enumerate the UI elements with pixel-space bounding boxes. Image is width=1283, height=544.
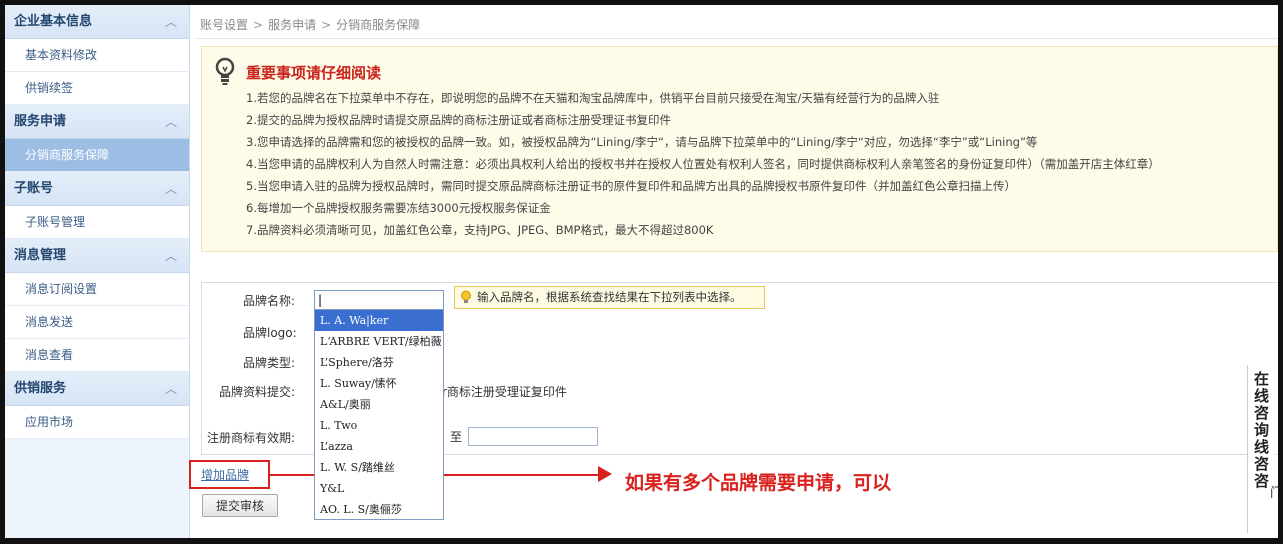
- sidebar-section-label: 子账号: [14, 181, 54, 196]
- chevron-up-icon: ︿: [165, 249, 178, 263]
- sidebar-section-service-apply[interactable]: 服务申请 ︿: [5, 105, 189, 139]
- chevron-up-icon: ︿: [165, 115, 178, 129]
- notice-list: 1.若您的品牌名在下拉菜单中不存在，即说明您的品牌不在天猫和淘宝品牌库中，供销平…: [246, 87, 1160, 241]
- online-consult-panel[interactable]: 在线咨询线咨咨: [1247, 365, 1275, 533]
- dropdown-option[interactable]: AO. L. S/奥俪莎: [315, 499, 443, 520]
- dropdown-option[interactable]: L. Two: [315, 415, 443, 436]
- lightbulb-icon: [215, 57, 235, 85]
- sidebar-item-sub-account-manage[interactable]: 子账号管理: [5, 206, 189, 239]
- sidebar-item-supply-renewal[interactable]: 供销续签: [5, 72, 189, 105]
- sidebar-item-distributor-guarantee[interactable]: 分销商服务保障: [5, 139, 189, 172]
- dropdown-option[interactable]: L’azza: [315, 436, 443, 457]
- date-to-label: 至: [450, 430, 463, 444]
- breadcrumb: 账号设置 > 服务申请 > 分销商服务保障: [200, 16, 420, 33]
- sidebar-section-label: 企业基本信息: [14, 14, 93, 29]
- sidebar-item-message-subscription[interactable]: 消息订阅设置: [5, 273, 189, 306]
- chevron-up-icon: ︿: [165, 382, 178, 396]
- dropdown-option[interactable]: Y&L: [315, 478, 443, 499]
- dropdown-option[interactable]: L’Sphere/洛芬: [315, 352, 443, 373]
- breadcrumb-separator: >: [321, 18, 332, 32]
- breadcrumb-divider: [195, 38, 1278, 39]
- brand-name-tip: 输入品牌名，根据系统查找结果在下拉列表中选择。: [454, 286, 765, 309]
- dropdown-option[interactable]: L. W. S/踏维丝: [315, 457, 443, 478]
- trademark-valid-label: 注册商标有效期:: [207, 431, 296, 445]
- notice-item: 3.您申请选择的品牌需和您的被授权的品牌一致。如，被授权品牌为“Lining/李…: [246, 135, 1038, 149]
- notice-item: 5.当您申请入驻的品牌为授权品牌时，需同时提交原品牌商标注册证书的原件复印件和品…: [246, 179, 1016, 193]
- tip-text: 输入品牌名，根据系统查找结果在下拉列表中选择。: [477, 290, 742, 304]
- sidebar-section-company-info[interactable]: 企业基本信息 ︿: [5, 5, 189, 39]
- breadcrumb-separator: >: [253, 18, 264, 32]
- sidebar-section-label: 服务申请: [14, 114, 67, 129]
- brand-name-label: 品牌名称:: [243, 294, 296, 308]
- sidebar-section-sub-account[interactable]: 子账号 ︿: [5, 172, 189, 206]
- edge-text-fragment: 门: [1270, 486, 1283, 501]
- dropdown-option[interactable]: L. Suway/愫怀: [315, 373, 443, 394]
- sidebar-item-message-send[interactable]: 消息发送: [5, 306, 189, 339]
- brand-suggestion-dropdown: L. A. Wa|ker L‘ARBRE VERT/绿柏薇 L’Sphere/洛…: [314, 309, 444, 520]
- sidebar-item-app-market[interactable]: 应用市场: [5, 406, 189, 439]
- notice-item: 7.品牌资料必须清晰可见，加盖红色公章，支持JPG、JPEG、BMP格式，最大不…: [246, 223, 714, 237]
- sidebar-section-supply-service[interactable]: 供销服务 ︿: [5, 372, 189, 406]
- annotation-text: 如果有多个品牌需要申请，可以: [625, 472, 892, 494]
- chevron-up-icon: ︿: [165, 15, 178, 29]
- breadcrumb-item-account-settings[interactable]: 账号设置: [200, 18, 248, 32]
- add-brand-link[interactable]: 增加品牌: [201, 466, 249, 483]
- trademark-end-date-input[interactable]: [468, 427, 598, 446]
- notice-panel: 重要事项请仔细阅读 1.若您的品牌名在下拉菜单中不存在，即说明您的品牌不在天猫和…: [201, 46, 1278, 252]
- sidebar: 企业基本信息 ︿ 基本资料修改 供销续签 服务申请 ︿ 分销商服务保障 子账号 …: [5, 5, 190, 538]
- dropdown-option[interactable]: L. A. Wa|ker: [315, 310, 443, 331]
- sidebar-section-messages[interactable]: 消息管理 ︿: [5, 239, 189, 273]
- brand-docs-label: 品牌资料提交:: [219, 385, 296, 399]
- sidebar-item-message-view[interactable]: 消息查看: [5, 339, 189, 372]
- sidebar-section-label: 供销服务: [14, 381, 67, 396]
- brand-docs-hint: r商标注册受理证复印件: [442, 385, 567, 399]
- annotation-arrow-head: [598, 466, 612, 482]
- online-consult-label: 在线咨询线咨咨: [1252, 371, 1270, 490]
- breadcrumb-item-service-apply[interactable]: 服务申请: [268, 18, 316, 32]
- notice-item: 6.每增加一个品牌授权服务需要冻结3000元授权服务保证金: [246, 201, 551, 215]
- notice-item: 1.若您的品牌名在下拉菜单中不存在，即说明您的品牌不在天猫和淘宝品牌库中，供销平…: [246, 91, 940, 105]
- notice-title: 重要事项请仔细阅读: [246, 64, 382, 82]
- brand-name-input[interactable]: [314, 290, 444, 310]
- sidebar-section-label: 消息管理: [14, 248, 67, 263]
- dropdown-option[interactable]: L‘ARBRE VERT/绿柏薇: [315, 331, 443, 352]
- breadcrumb-item-current: 分销商服务保障: [336, 18, 421, 32]
- sidebar-item-basic-info-edit[interactable]: 基本资料修改: [5, 39, 189, 72]
- brand-logo-label: 品牌logo:: [243, 326, 297, 340]
- lightbulb-icon: [461, 290, 471, 303]
- notice-item: 4.当您申请的品牌权利人为自然人时需注意：必须出具权利人给出的授权书并在授权人位…: [246, 157, 1160, 171]
- dropdown-option[interactable]: A&L/奥丽: [315, 394, 443, 415]
- notice-item: 2.提交的品牌为授权品牌时请提交原品牌的商标注册证或者商标注册受理证书复印件: [246, 113, 671, 127]
- brand-type-label: 品牌类型:: [243, 356, 296, 370]
- chevron-up-icon: ︿: [165, 182, 178, 196]
- submit-review-button[interactable]: 提交审核: [202, 494, 278, 517]
